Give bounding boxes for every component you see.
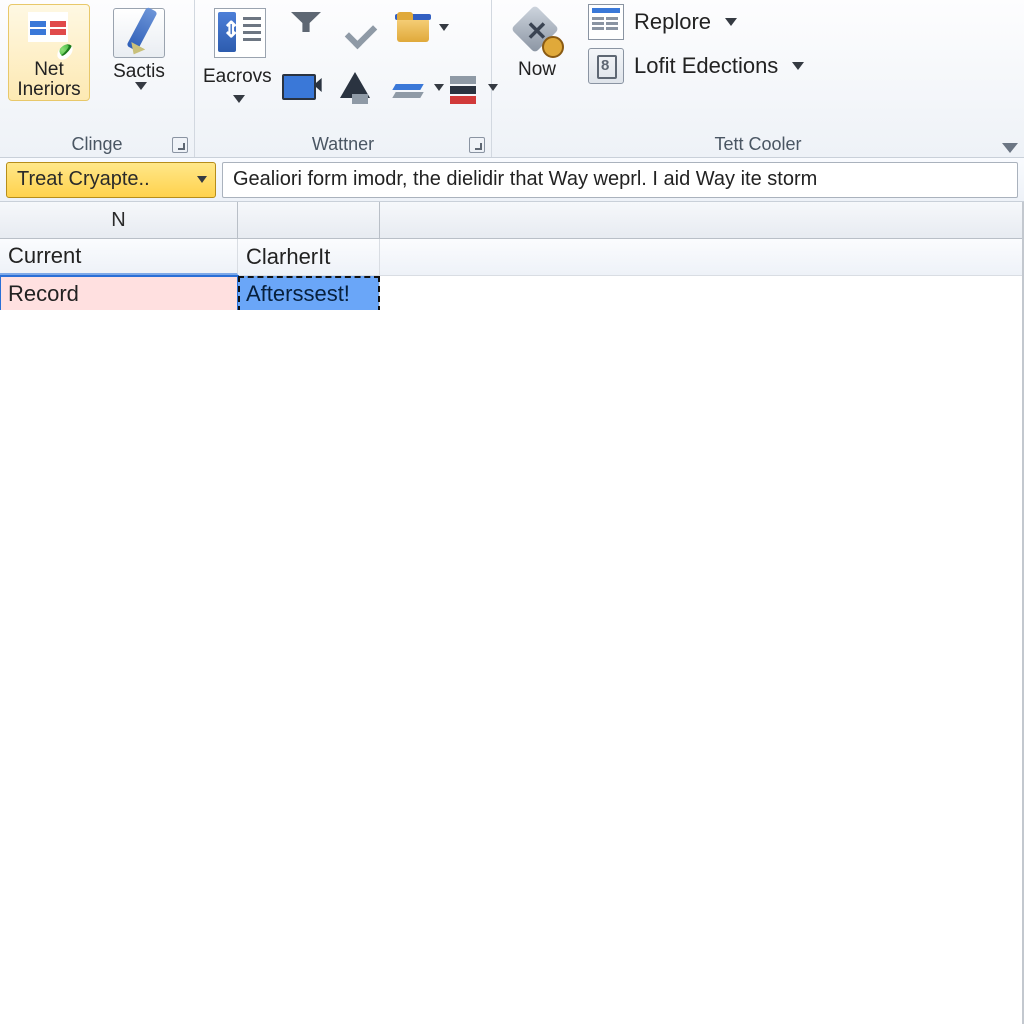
ribbon-group-wattner: Eacrovs Wattner <box>195 0 492 157</box>
dialog-launcher-clinge[interactable] <box>172 137 188 153</box>
cell-text: ClarherIt <box>246 244 330 270</box>
series-icon[interactable] <box>388 68 430 108</box>
table-row: Record Afterssest! <box>0 276 1022 313</box>
eacrovs-label: Eacrovs <box>203 66 272 88</box>
formula-input[interactable]: Gealiori form imodr, the dielidir that W… <box>222 162 1018 198</box>
dialog-launcher-wattner[interactable] <box>469 137 485 153</box>
group-label-tett-cooler: Tett Cooler <box>492 134 1024 155</box>
name-box-text: Treat Cryapte.. <box>17 168 150 191</box>
table-check-icon <box>24 8 74 56</box>
cell-b1[interactable]: ClarherIt <box>238 239 380 275</box>
empty-grid-area[interactable] <box>0 310 1022 1024</box>
cell-a1[interactable]: Current <box>0 239 238 275</box>
cell-a2-active[interactable]: Record <box>0 276 238 312</box>
eacrovs-button[interactable] <box>203 4 277 58</box>
cell-text: Record <box>8 281 79 307</box>
chevron-down-icon <box>792 62 804 70</box>
ribbon-group-tett-cooler: Now Replore Lofit Edections Tett Cooler <box>492 0 1024 157</box>
ribbon-group-clinge: Net Ineriors Sactis Clinge <box>0 0 195 157</box>
formula-text: Gealiori form imodr, the dielidir that W… <box>233 168 817 191</box>
chevron-down-icon <box>197 176 207 183</box>
chevron-down-icon <box>725 18 737 26</box>
chevron-down-icon <box>135 82 147 90</box>
group-label-clinge: Clinge <box>0 134 194 155</box>
now-button[interactable]: Now <box>500 4 574 80</box>
cell-text: Current <box>8 243 81 269</box>
filter-icon[interactable] <box>285 8 327 48</box>
name-box[interactable]: Treat Cryapte.. <box>6 162 216 198</box>
column-header-blank-1[interactable] <box>238 202 380 238</box>
sactis-button[interactable]: Sactis <box>98 4 180 90</box>
group-label-wattner: Wattner <box>195 134 491 155</box>
column-arrows-icon <box>214 8 266 58</box>
formula-bar: Treat Cryapte.. Gealiori form imodr, the… <box>0 158 1024 202</box>
lofit-label: Lofit Edections <box>634 53 778 79</box>
tools-icon <box>512 8 562 56</box>
spreadsheet-grid[interactable]: N Current ClarherIt Record Afterssest! <box>0 202 1024 1024</box>
report-icon <box>588 4 624 40</box>
net-ineriors-label: Net Ineriors <box>17 60 80 100</box>
folder-icon[interactable] <box>393 8 435 48</box>
chevron-down-icon <box>233 95 245 103</box>
column-header-rest[interactable] <box>380 202 1022 238</box>
net-ineriors-button[interactable]: Net Ineriors <box>8 4 90 101</box>
shapes-icon[interactable] <box>334 68 376 108</box>
column-headers: N <box>0 202 1022 239</box>
collapse-ribbon-icon[interactable] <box>1002 143 1018 153</box>
stack-icon[interactable] <box>442 68 484 108</box>
column-header-n[interactable]: N <box>0 202 238 238</box>
table-row: Current ClarherIt <box>0 239 1022 276</box>
checkmark-icon[interactable] <box>339 8 381 48</box>
lofit-edections-button[interactable]: Lofit Edections <box>588 48 804 84</box>
replore-label: Replore <box>634 9 711 35</box>
monitor-icon[interactable] <box>280 68 322 108</box>
replore-button[interactable]: Replore <box>588 4 804 40</box>
ribbon: Net Ineriors Sactis Clinge Eacrovs <box>0 0 1024 158</box>
now-label: Now <box>518 60 556 80</box>
cell-text: Afterssest! <box>246 281 350 307</box>
cell-rest-2[interactable] <box>380 276 1022 312</box>
sactis-label: Sactis <box>113 62 165 82</box>
cell-rest-1[interactable] <box>380 239 1022 275</box>
pen-document-icon <box>113 8 165 58</box>
safe-box-icon <box>588 48 624 84</box>
cell-b2-clipboard[interactable]: Afterssest! <box>238 276 380 312</box>
